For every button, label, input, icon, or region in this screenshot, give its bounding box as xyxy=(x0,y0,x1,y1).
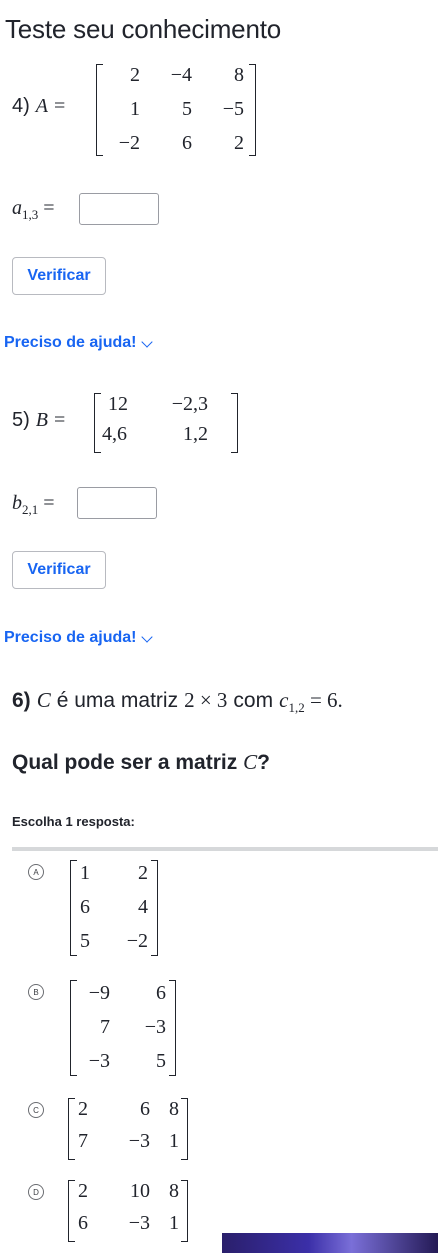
q6-text-1: é uma matriz xyxy=(56,689,179,712)
matrix-cell: −3 xyxy=(128,1212,150,1234)
matrix-cell: −3 xyxy=(128,1130,150,1152)
left-bracket xyxy=(68,1180,75,1242)
matrix-cell: 8 xyxy=(169,1180,179,1202)
choice-c-matrix: 2 6 8 7 −3 1 xyxy=(68,1098,188,1160)
matrix-cell: 2 xyxy=(78,1180,88,1202)
help-toggle-q4[interactable]: Preciso de ajuda! xyxy=(4,334,153,352)
matrix-cell: −2 xyxy=(118,132,140,154)
matrix-c-variable: C xyxy=(36,688,51,712)
answer-label-b21: b2,1 = xyxy=(12,492,55,517)
matrix-cell: 1 xyxy=(130,98,140,120)
matrix-cell: 6 xyxy=(80,896,90,918)
left-bracket xyxy=(96,64,103,156)
question-4-prompt: 4) A = xyxy=(12,95,65,118)
matrix-cell: 2 xyxy=(138,862,148,884)
matrix-cell: 2 xyxy=(130,64,140,86)
matrix-cell: 12 xyxy=(108,393,128,415)
matrix-cell: 8 xyxy=(234,64,244,86)
answer-input-a13[interactable] xyxy=(79,193,159,225)
question-6-number: 6) xyxy=(12,689,31,712)
choose-one-label: Escolha 1 resposta: xyxy=(12,814,135,829)
video-thumbnail[interactable] xyxy=(222,1233,438,1253)
matrix-cell: 7 xyxy=(78,1130,88,1152)
left-bracket xyxy=(68,1098,75,1160)
right-bracket xyxy=(181,1180,188,1242)
right-bracket xyxy=(151,860,158,956)
choice-letter-badge: A xyxy=(28,864,44,880)
choice-letter-badge: D xyxy=(28,1184,44,1200)
matrix-cell: 6 xyxy=(182,132,192,154)
choice-letter-badge: C xyxy=(28,1102,44,1118)
right-bracket xyxy=(249,64,256,156)
question-5-prompt: 5) B = xyxy=(12,409,65,432)
matrix-cell: 1 xyxy=(169,1212,179,1234)
choice-b[interactable]: B −9 6 7 −3 −3 5 xyxy=(12,976,438,1080)
left-bracket xyxy=(70,860,77,956)
chevron-down-icon xyxy=(140,335,153,348)
matrix-cell: 1 xyxy=(169,1130,179,1152)
matrix-b: 12 −2,3 4,6 1,2 xyxy=(94,393,238,453)
page-title: Teste seu conhecimento xyxy=(5,14,281,44)
right-bracket xyxy=(231,393,238,453)
q6-text-2: com xyxy=(233,689,274,712)
equals-sign: = xyxy=(54,95,66,117)
verify-button-q5[interactable]: Verificar xyxy=(12,551,106,589)
matrix-cell: −3 xyxy=(88,1050,110,1072)
q6-dims: 2 × 3 xyxy=(184,688,228,712)
matrix-cell: −2 xyxy=(126,930,148,952)
help-label: Preciso de ajuda! xyxy=(4,334,137,351)
question-4-number: 4) xyxy=(12,95,30,117)
matrix-cell: 1 xyxy=(80,862,90,884)
matrix-cell: 6 xyxy=(156,982,166,1004)
matrix-cell: 6 xyxy=(140,1098,150,1120)
matrix-cell: 2 xyxy=(78,1098,88,1120)
matrix-cell: 10 xyxy=(130,1180,150,1202)
matrix-cell: 6 xyxy=(78,1212,88,1234)
matrix-cell: −9 xyxy=(88,982,110,1004)
matrix-cell: −4 xyxy=(170,64,192,86)
matrix-cell: 4,6 xyxy=(102,423,127,445)
matrix-cell: 5 xyxy=(80,930,90,952)
choice-a-matrix: 1 2 6 4 5 −2 xyxy=(70,860,158,956)
matrix-b-variable: B xyxy=(35,409,49,431)
left-bracket xyxy=(70,980,77,1076)
matrix-a: 2 −4 8 1 5 −5 −2 6 2 xyxy=(96,64,256,156)
question-6-heading: Qual pode ser a matriz C? xyxy=(12,750,270,774)
choice-c[interactable]: C 2 6 8 7 −3 1 xyxy=(12,1096,438,1166)
answer-label-a13: a1,3 = xyxy=(12,197,55,222)
matrix-cell: 8 xyxy=(169,1098,179,1120)
question-5-number: 5) xyxy=(12,409,30,431)
matrix-cell: −2,3 xyxy=(171,393,208,415)
matrix-cell: 7 xyxy=(100,1016,110,1038)
matrix-a-variable: A xyxy=(35,95,49,117)
chevron-down-icon xyxy=(140,630,153,643)
matrix-cell: −5 xyxy=(222,98,244,120)
question-6-prompt: 6) C é uma matriz 2 × 3 com c1,2 = 6. xyxy=(12,688,343,716)
matrix-cell: 5 xyxy=(156,1050,166,1072)
matrix-cell: 5 xyxy=(182,98,192,120)
help-label: Preciso de ajuda! xyxy=(4,629,137,646)
left-bracket xyxy=(94,393,101,453)
matrix-cell: 4 xyxy=(138,896,148,918)
q6-condition: c1,2 = 6. xyxy=(279,688,343,716)
right-bracket xyxy=(169,980,176,1076)
choice-b-matrix: −9 6 7 −3 −3 5 xyxy=(70,980,176,1076)
right-bracket xyxy=(181,1098,188,1160)
verify-button-q4[interactable]: Verificar xyxy=(12,257,106,295)
matrix-cell: 1,2 xyxy=(183,423,208,445)
answer-input-b21[interactable] xyxy=(77,487,157,519)
equals-sign: = xyxy=(54,409,66,431)
matrix-cell: −3 xyxy=(144,1016,166,1038)
matrix-cell: 2 xyxy=(234,132,244,154)
choice-letter-badge: B xyxy=(28,984,44,1000)
choice-a[interactable]: A 1 2 6 4 5 −2 xyxy=(12,856,438,960)
choice-d-matrix: 2 10 8 6 −3 1 xyxy=(68,1180,188,1242)
divider xyxy=(12,847,438,851)
help-toggle-q5[interactable]: Preciso de ajuda! xyxy=(4,629,153,647)
